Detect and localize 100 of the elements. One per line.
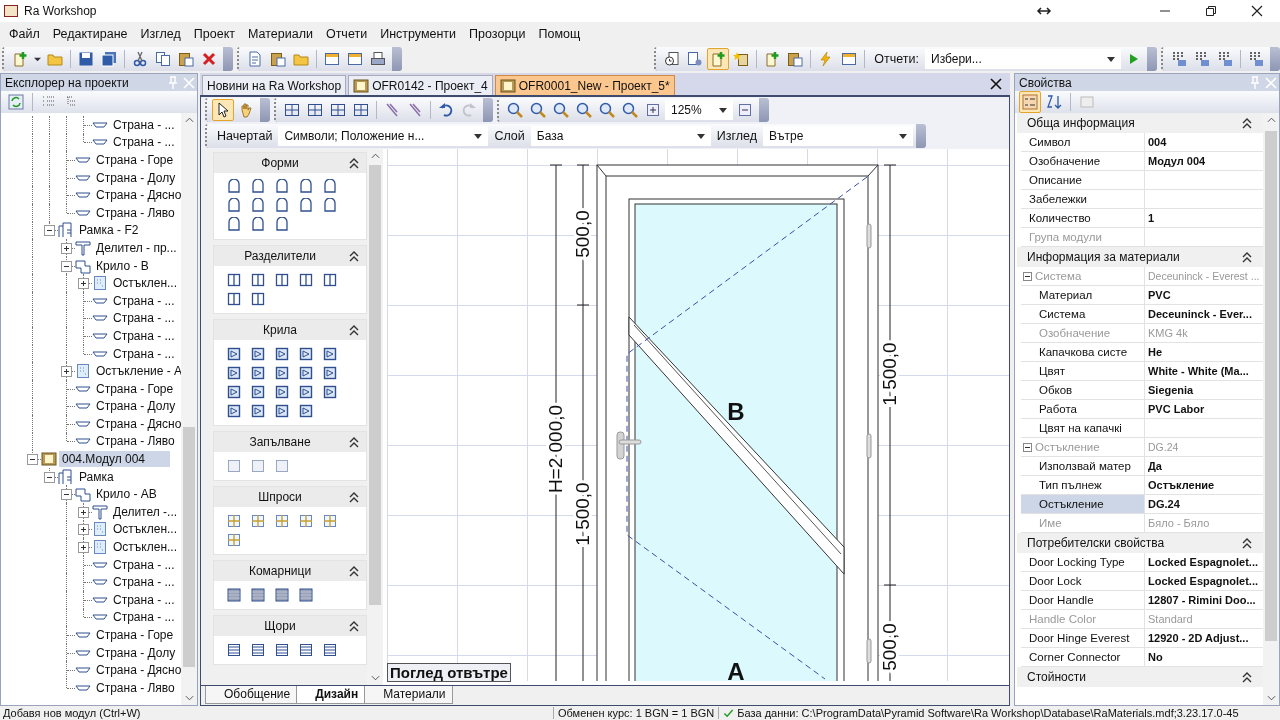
slats-icon[interactable] xyxy=(226,642,242,658)
sash-icon[interactable] xyxy=(274,403,290,419)
sash-icon[interactable] xyxy=(298,365,314,381)
tree-item[interactable]: Делител - пр... xyxy=(93,239,180,256)
expand-toggle[interactable] xyxy=(61,366,72,378)
property-name[interactable]: Door Hinge Everest xyxy=(1021,629,1145,647)
slats-icon[interactable] xyxy=(274,642,290,658)
sash-icon[interactable] xyxy=(274,365,290,381)
split-pane-icon[interactable] xyxy=(226,272,242,288)
reports-dropdown[interactable]: Избери... xyxy=(925,49,1121,69)
tree-item[interactable]: Страна - ... xyxy=(110,609,178,626)
tree-item[interactable]: Рамка xyxy=(76,468,117,485)
menu-item[interactable]: Проект xyxy=(186,24,241,43)
tree-item[interactable]: Остъклен... xyxy=(110,521,181,538)
refresh-button[interactable] xyxy=(5,91,27,113)
split-pane-icon[interactable] xyxy=(250,272,266,288)
document-tab[interactable]: OFR0001_New - Проект_5* xyxy=(494,75,675,95)
sash-icon[interactable] xyxy=(250,365,266,381)
shape-icon[interactable] xyxy=(250,198,266,214)
sash-icon[interactable] xyxy=(226,346,242,362)
menu-item[interactable]: Редактиране xyxy=(45,24,134,43)
sash-icon[interactable] xyxy=(298,403,314,419)
shape-icon[interactable] xyxy=(250,217,266,233)
property-name[interactable]: Забележки xyxy=(1021,190,1145,208)
tree-item[interactable]: Страна - ... xyxy=(110,345,178,362)
view-tab[interactable]: Обобщение xyxy=(205,686,298,704)
mesh-icon[interactable] xyxy=(226,587,242,603)
split-pane-icon[interactable] xyxy=(226,291,242,307)
toolbar-overflow-button[interactable] xyxy=(916,124,927,148)
tree-item[interactable]: Страна - ... xyxy=(110,556,178,573)
shape-icon[interactable] xyxy=(274,198,290,214)
sash-icon[interactable] xyxy=(250,403,266,419)
menu-item[interactable]: Файл xyxy=(2,24,46,43)
tree-item[interactable]: Страна - ... xyxy=(110,116,178,133)
sash-icon[interactable] xyxy=(322,346,338,362)
sash-icon[interactable] xyxy=(274,346,290,362)
tree-item[interactable]: Страна - Ляво xyxy=(93,204,178,221)
add-module-button[interactable] xyxy=(707,48,730,70)
expand-toggle[interactable] xyxy=(78,542,89,554)
tree-item[interactable]: Страна - ... xyxy=(110,134,178,151)
menu-item[interactable]: Отчети xyxy=(318,24,374,43)
split-pane-icon[interactable] xyxy=(274,272,290,288)
section-header[interactable]: Щори xyxy=(214,616,366,636)
property-name[interactable]: Door Lock xyxy=(1021,572,1145,590)
grid-pane-icon[interactable] xyxy=(250,513,266,529)
category-header[interactable]: Стойности xyxy=(1017,667,1263,687)
tree-item[interactable]: Страна - Ляво xyxy=(93,433,178,450)
shape-icon[interactable] xyxy=(274,179,290,195)
shape-icon[interactable] xyxy=(298,179,314,195)
shape-icon[interactable] xyxy=(226,217,242,233)
tree-item[interactable]: Крило - B xyxy=(93,257,152,274)
expand-toggle[interactable] xyxy=(44,471,55,483)
document-tab[interactable]: Новини на Ra Workshop xyxy=(202,75,347,95)
view-tab[interactable]: Материали xyxy=(364,686,453,704)
expand-toggle[interactable] xyxy=(44,225,55,237)
section-header[interactable]: Разделители xyxy=(214,246,366,266)
menu-item[interactable]: Помощ xyxy=(531,24,587,43)
view-tab[interactable]: Дизайн xyxy=(296,686,366,704)
shape-icon[interactable] xyxy=(322,179,338,195)
section-header[interactable]: Форми xyxy=(214,153,366,173)
shape-icon[interactable] xyxy=(298,198,314,214)
section-header[interactable]: Комарници xyxy=(214,561,366,581)
tree-item[interactable]: Остъклен... xyxy=(110,275,181,292)
split-pane-icon[interactable] xyxy=(298,272,314,288)
grid-pane-icon[interactable] xyxy=(298,513,314,529)
tree-item[interactable]: Страна - Дясно xyxy=(93,415,181,432)
sash-icon[interactable] xyxy=(322,384,338,400)
shape-icon[interactable] xyxy=(226,198,242,214)
tree-item[interactable]: Страна - ... xyxy=(110,574,178,591)
split-pane-icon[interactable] xyxy=(250,291,266,307)
expand-toggle[interactable] xyxy=(78,506,89,518)
sash-icon[interactable] xyxy=(226,403,242,419)
draw-dropdown[interactable]: Символи; Положение н... xyxy=(278,126,489,146)
expand-toggle[interactable] xyxy=(61,489,72,501)
category-header[interactable]: Обща информация xyxy=(1017,113,1263,133)
category-header[interactable]: Потребителски свойства xyxy=(1017,533,1263,553)
grid-pane-icon[interactable] xyxy=(322,513,338,529)
tree-item[interactable]: Страна - ... xyxy=(110,327,178,344)
property-name[interactable]: Озобначение xyxy=(1021,152,1145,170)
menu-item[interactable]: Прозорци xyxy=(462,24,532,43)
slats-icon[interactable] xyxy=(250,642,266,658)
section-header[interactable]: Запълване xyxy=(214,432,366,452)
mesh-icon[interactable] xyxy=(250,587,266,603)
property-name[interactable]: Символ xyxy=(1021,133,1145,151)
shape-icon[interactable] xyxy=(250,179,266,195)
categorized-view-button[interactable] xyxy=(1019,91,1041,113)
tree-item[interactable]: Страна - Долу xyxy=(93,169,179,186)
tree-item[interactable]: Страна - Дясно xyxy=(93,187,181,204)
property-name[interactable]: Door Handle xyxy=(1021,591,1145,609)
tree-item[interactable]: Страна - Долу xyxy=(93,644,179,661)
sash-icon[interactable] xyxy=(322,365,338,381)
split-pane-icon[interactable] xyxy=(322,272,338,288)
tree-item[interactable]: Страна - Горе xyxy=(93,380,177,397)
section-header[interactable]: Шпроси xyxy=(214,487,366,507)
tree-item[interactable]: Страна - Горе xyxy=(93,627,177,643)
sash-icon[interactable] xyxy=(250,384,266,400)
menu-item[interactable]: Изглед xyxy=(133,24,187,43)
expand-toggle[interactable] xyxy=(61,242,72,254)
grid-pane-icon[interactable] xyxy=(274,513,290,529)
slats-icon[interactable] xyxy=(322,642,338,658)
